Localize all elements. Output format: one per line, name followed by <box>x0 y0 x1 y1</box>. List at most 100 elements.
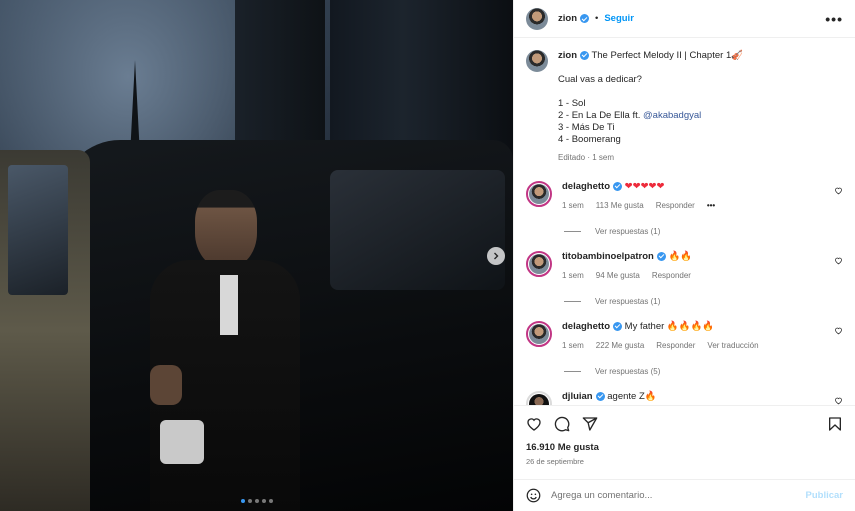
view-replies-label: Ver respuestas (1) <box>595 297 661 306</box>
post-actions: 16.910 Me gusta 26 de septiembre <box>514 405 855 479</box>
comment-meta: 1 sem 222 Me gusta Responder Ver traducc… <box>562 341 843 350</box>
verified-badge-icon <box>613 181 623 191</box>
carousel-dot <box>255 499 259 503</box>
save-bookmark-icon[interactable] <box>827 416 843 432</box>
carousel-dots <box>241 499 273 503</box>
comment-likes[interactable]: 222 Me gusta <box>596 341 644 350</box>
photo-person <box>150 190 300 511</box>
view-replies-label: Ver respuestas (5) <box>595 367 661 376</box>
carousel-dot <box>269 499 273 503</box>
instagram-post: zion • Seguir ••• zion The Perfect Melod… <box>0 0 855 511</box>
comment-likes[interactable]: 113 Me gusta <box>596 201 644 210</box>
post-side-panel: zion • Seguir ••• zion The Perfect Melod… <box>513 0 855 511</box>
story-ring[interactable] <box>526 251 552 277</box>
emoji-smiley-icon[interactable] <box>526 488 541 503</box>
commenter-avatar <box>529 394 549 405</box>
photo-person-shirt <box>220 275 238 335</box>
comment-text: My father 🔥🔥🔥🔥 <box>624 321 715 332</box>
add-comment-bar: Publicar <box>514 479 855 511</box>
story-ring[interactable] <box>526 181 552 207</box>
action-icons <box>526 416 843 432</box>
view-replies-label: Ver respuestas (1) <box>595 227 661 236</box>
comment-text: ❤❤❤❤❤ <box>624 181 665 192</box>
photo-person-hand <box>150 365 182 405</box>
comment-username[interactable]: delaghetto <box>562 321 610 332</box>
story-ring[interactable] <box>526 391 552 405</box>
comment: delaghetto ❤❤❤❤❤ 1 sem 113 Me gusta Resp… <box>526 181 843 210</box>
caption-track: 4 - Boomerang <box>558 134 621 145</box>
author-avatar[interactable] <box>526 7 548 30</box>
caption-question: Cual vas a dedicar? <box>558 74 642 85</box>
view-replies-button[interactable]: Ver respuestas (1) <box>564 297 843 306</box>
comment-text: agente Z🔥 <box>607 391 657 402</box>
violin-emoji: 🎻 <box>731 50 744 61</box>
comment-username[interactable]: delaghetto <box>562 181 610 192</box>
like-heart-icon[interactable] <box>526 416 542 432</box>
carousel-dot-active <box>241 499 245 503</box>
comment-meta: 1 sem 94 Me gusta Responder <box>562 271 843 280</box>
comment-username[interactable]: djluian <box>562 391 593 402</box>
carousel-dot <box>248 499 252 503</box>
view-replies-button[interactable]: Ver respuestas (5) <box>564 367 843 376</box>
post-caption: zion The Perfect Melody II | Chapter 1🎻 … <box>526 50 843 164</box>
verified-badge-icon <box>656 251 666 261</box>
commenter-avatar <box>529 184 549 204</box>
next-slide-button[interactable] <box>487 247 505 265</box>
reply-button[interactable]: Responder <box>652 271 691 280</box>
caption-body: zion The Perfect Melody II | Chapter 1🎻 … <box>558 50 743 164</box>
header-separator: • <box>595 13 599 24</box>
comment-options-button[interactable]: ••• <box>707 201 715 210</box>
more-options-button[interactable]: ••• <box>825 11 843 27</box>
comment: delaghetto My father 🔥🔥🔥🔥 1 sem 222 Me g… <box>526 321 843 350</box>
photo-car-window <box>330 170 505 290</box>
caption-track: 2 - En La De Ella ft. <box>558 110 641 121</box>
comment-text: 🔥🔥 <box>668 251 693 262</box>
comment: djluian agente Z🔥 <box>526 391 843 405</box>
like-comment-heart-icon[interactable] <box>834 186 843 195</box>
chevron-right-icon <box>494 252 499 260</box>
view-replies-button[interactable]: Ver respuestas (1) <box>564 227 843 236</box>
post-photo[interactable] <box>0 0 513 511</box>
caption-track: 1 - Sol <box>558 98 586 109</box>
reply-button[interactable]: Responder <box>656 341 695 350</box>
comments-list[interactable]: zion The Perfect Melody II | Chapter 1🎻 … <box>514 38 855 405</box>
comment-time[interactable]: 1 sem <box>562 271 584 280</box>
share-send-icon[interactable] <box>582 416 598 432</box>
comment-username[interactable]: titobambinoelpatron <box>562 251 654 262</box>
verified-badge-icon <box>580 14 589 23</box>
caption-username[interactable]: zion <box>558 50 577 61</box>
post-date[interactable]: 26 de septiembre <box>526 457 843 466</box>
photo-person-head <box>195 190 257 268</box>
verified-badge-icon <box>613 321 623 331</box>
caption-title: The Perfect Melody II | Chapter 1 <box>591 50 732 61</box>
comment-bubble-icon[interactable] <box>554 416 570 432</box>
comment: titobambinoelpatron 🔥🔥 1 sem 94 Me gusta… <box>526 251 843 280</box>
post-header: zion • Seguir ••• <box>514 0 855 38</box>
caption-track: 3 - Más De Ti <box>558 122 615 133</box>
photo-door-window <box>8 165 68 295</box>
caption-meta: Editado · 1 sem <box>558 153 615 162</box>
comment-time[interactable]: 1 sem <box>562 201 584 210</box>
story-ring[interactable] <box>526 321 552 347</box>
like-comment-heart-icon[interactable] <box>834 256 843 265</box>
photo-person-cuff <box>160 420 204 464</box>
follow-button[interactable]: Seguir <box>604 13 634 24</box>
comment-likes[interactable]: 94 Me gusta <box>596 271 640 280</box>
caption-mention-link[interactable]: @akabadgyal <box>643 110 701 121</box>
comment-meta: 1 sem 113 Me gusta Responder ••• <box>562 201 843 210</box>
translate-button[interactable]: Ver traducción <box>707 341 758 350</box>
author-username[interactable]: zion <box>558 13 577 24</box>
publish-button[interactable]: Publicar <box>806 490 844 501</box>
commenter-avatar <box>529 254 549 274</box>
carousel-dot <box>262 499 266 503</box>
likes-count[interactable]: 16.910 Me gusta <box>526 442 843 453</box>
like-comment-heart-icon[interactable] <box>834 326 843 335</box>
comment-time[interactable]: 1 sem <box>562 341 584 350</box>
like-comment-heart-icon[interactable] <box>834 396 843 405</box>
reply-button[interactable]: Responder <box>656 201 695 210</box>
verified-badge-icon <box>580 50 589 60</box>
comment-input[interactable] <box>551 490 796 501</box>
caption-avatar[interactable] <box>526 50 548 72</box>
commenter-avatar <box>529 324 549 344</box>
verified-badge-icon <box>595 391 605 401</box>
